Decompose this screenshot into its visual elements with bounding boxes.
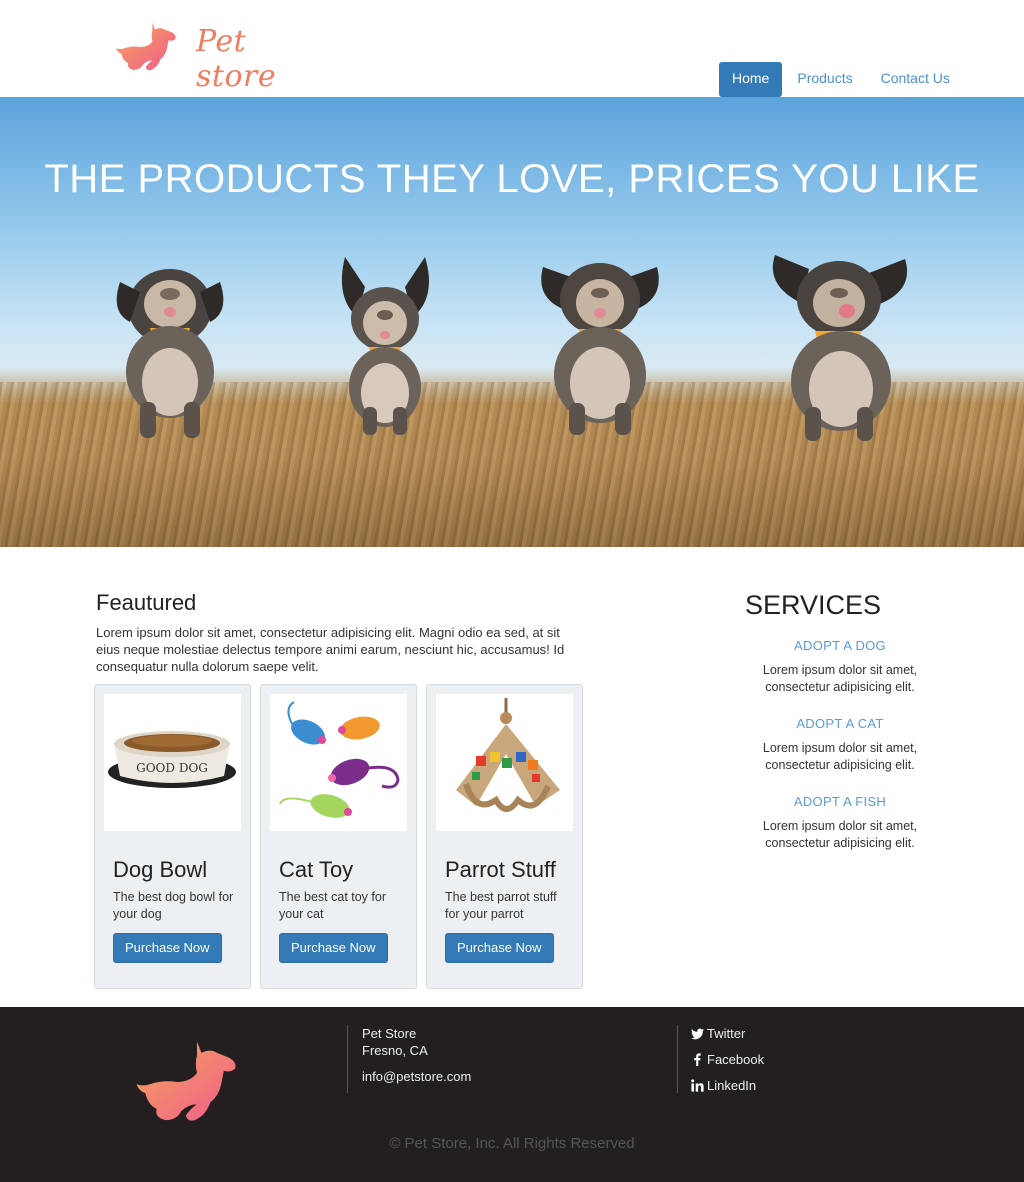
site-header: Pet store Home Products Contact Us <box>0 0 1024 97</box>
service-description: Lorem ipsum dolor sit amet, consectetur … <box>762 663 918 694</box>
company-location: Fresno, CA <box>362 1043 428 1058</box>
service-link-adopt-a-cat[interactable]: ADOPT A CAT <box>740 716 940 731</box>
product-description: The best parrot stuff for your parrot <box>445 890 557 921</box>
product-description: The best cat toy for your cat <box>279 890 386 921</box>
social-label: Twitter <box>707 1026 746 1041</box>
dog-bowl-label: GOOD DOG <box>136 761 208 775</box>
footer-address: Pet Store Fresno, CA info@petstore.com <box>362 1025 471 1085</box>
social-label: Facebook <box>707 1052 765 1067</box>
parrot-toy-icon <box>456 698 560 812</box>
dog-bowl-icon: GOOD DOG <box>108 731 236 788</box>
cat-toy-image[interactable] <box>270 694 407 831</box>
social-label: LinkedIn <box>707 1078 757 1093</box>
service-item: ADOPT A CAT Lorem ipsum dolor sit amet, … <box>740 716 940 774</box>
running-dog-image <box>772 255 908 441</box>
running-dog-image <box>541 263 659 435</box>
product-title: Parrot Stuff <box>445 857 556 882</box>
service-link-adopt-a-fish[interactable]: ADOPT A FISH <box>740 794 940 809</box>
main-nav: Home Products Contact Us <box>719 62 963 97</box>
nav-item-contact-us[interactable]: Contact Us <box>868 62 963 97</box>
twitter-icon <box>691 1028 704 1040</box>
running-dog-image <box>116 269 224 438</box>
social-link-facebook[interactable]: Facebook <box>691 1051 764 1077</box>
services-heading: SERVICES <box>745 590 882 620</box>
company-name: Pet Store <box>362 1026 417 1041</box>
copyright-text: © Pet Store, Inc. All Rights Reserved <box>389 1135 635 1152</box>
service-description: Lorem ipsum dolor sit amet, consectetur … <box>762 741 918 772</box>
social-links: Twitter Facebook LinkedIn <box>691 1025 764 1103</box>
product-card-parrot-stuff: Parrot Stuff The best parrot stuff for y… <box>426 684 583 989</box>
cat-toy-icon <box>279 701 400 818</box>
service-item: ADOPT A FISH Lorem ipsum dolor sit amet,… <box>740 794 940 852</box>
footer-divider <box>677 1025 678 1093</box>
product-card-cat-toy: Cat Toy The best cat toy for your cat Pu… <box>260 684 417 989</box>
product-card-dog-bowl: GOOD DOG Dog Bowl The best dog bowl for … <box>94 684 251 989</box>
purchase-now-button[interactable]: Purchase Now <box>445 933 554 963</box>
purchase-now-button[interactable]: Purchase Now <box>279 933 388 963</box>
purchase-now-button[interactable]: Purchase Now <box>113 933 222 963</box>
footer-divider <box>347 1025 348 1093</box>
product-title: Cat Toy <box>279 857 354 882</box>
product-description: The best dog bowl for your dog <box>113 890 234 921</box>
product-title: Dog Bowl <box>113 857 208 882</box>
facebook-icon <box>694 1053 701 1066</box>
dog-bowl-image[interactable]: GOOD DOG <box>104 694 241 831</box>
parrot-stuff-image[interactable] <box>436 694 573 831</box>
contact-email-link[interactable]: info@petstore.com <box>362 1068 471 1085</box>
service-link-adopt-a-dog[interactable]: ADOPT A DOG <box>740 638 940 653</box>
linkedin-icon <box>691 1079 704 1092</box>
logo-text: Pet store <box>196 24 277 94</box>
site-footer: Pet Store Fresno, CA info@petstore.com T… <box>0 1007 1024 1182</box>
hero-banner: THE PRODUCTS THEY LOVE, PRICES YOU LIKE <box>0 97 1024 547</box>
hero-headline: THE PRODUCTS THEY LOVE, PRICES YOU LIKE <box>44 157 980 201</box>
social-link-linkedin[interactable]: LinkedIn <box>691 1077 764 1103</box>
service-item: ADOPT A DOG Lorem ipsum dolor sit amet, … <box>740 638 940 696</box>
social-link-twitter[interactable]: Twitter <box>691 1025 764 1051</box>
dog-logo-icon <box>132 1037 244 1127</box>
featured-heading: Feautured <box>96 590 197 615</box>
site-logo[interactable]: Pet store <box>112 14 332 94</box>
nav-item-products[interactable]: Products <box>784 62 865 97</box>
running-dog-image <box>341 257 429 435</box>
featured-description: Lorem ipsum dolor sit amet, consectetur … <box>96 625 565 674</box>
nav-item-home[interactable]: Home <box>719 62 783 97</box>
dog-logo-icon <box>112 20 182 74</box>
service-description: Lorem ipsum dolor sit amet, consectetur … <box>762 819 918 850</box>
